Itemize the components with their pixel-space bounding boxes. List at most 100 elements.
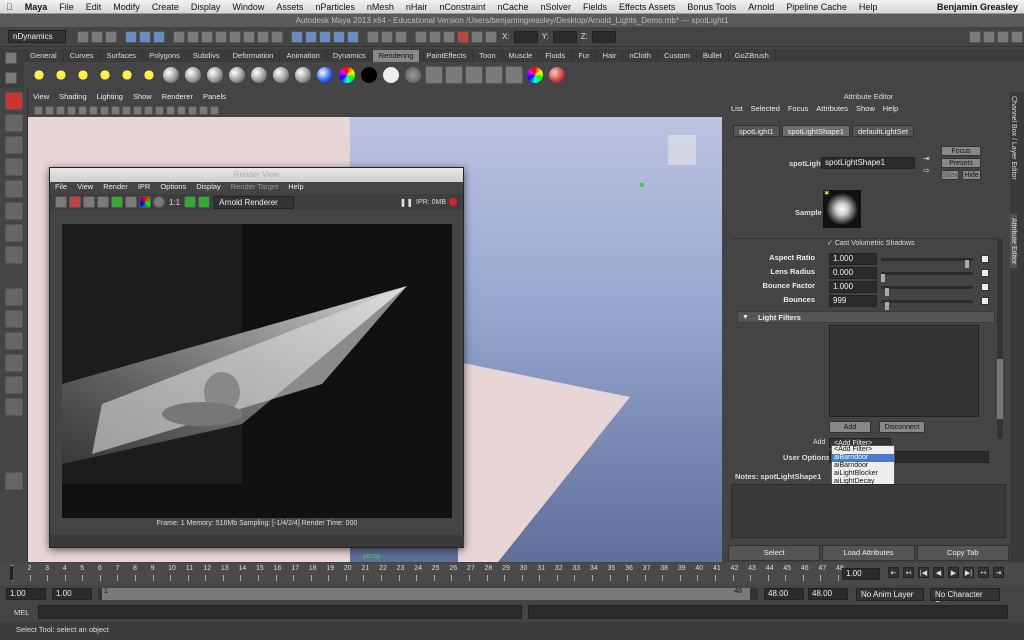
layout-hypershade-icon[interactable]	[5, 398, 23, 416]
step-back-key-icon[interactable]: |◀	[918, 567, 929, 578]
notes-area[interactable]: Notes: spotLightShape1	[727, 472, 1010, 542]
grid-icon[interactable]	[89, 105, 98, 115]
go-to-end-icon[interactable]: ⇥	[993, 567, 1004, 578]
shelf-tab-dynamics[interactable]: Dynamics	[327, 49, 373, 62]
viewport-menu-show[interactable]: Show	[128, 92, 157, 103]
ae-menu-focus[interactable]: Focus	[784, 104, 812, 113]
material-sphere-icon[interactable]	[229, 67, 245, 83]
shelf-tab-painteffects[interactable]: PaintEffects	[420, 49, 474, 62]
attribute-slider[interactable]	[881, 286, 973, 296]
render-view-menu-render[interactable]: Render	[98, 182, 133, 194]
viewport-menu-renderer[interactable]: Renderer	[157, 92, 198, 103]
mask-icon[interactable]	[215, 30, 227, 43]
ae-menu-show[interactable]: Show	[852, 104, 879, 113]
render-frame-icon[interactable]	[415, 30, 427, 43]
light-filters-list[interactable]	[829, 325, 979, 417]
ae-tab-spotlightshape1[interactable]: spotLightShape1	[781, 125, 850, 137]
camera-icon[interactable]	[56, 105, 65, 115]
render-view-menu-options[interactable]: Options	[155, 182, 191, 194]
x-field[interactable]	[513, 30, 538, 43]
disconnect-button[interactable]: Disconnect	[879, 421, 925, 433]
shaded-icon[interactable]	[122, 105, 131, 115]
shelf-tab-hair[interactable]: Hair	[597, 49, 624, 62]
map-button-icon[interactable]	[981, 283, 989, 291]
focus-button[interactable]: Focus	[941, 146, 981, 156]
ae-menu-list[interactable]: List	[727, 104, 747, 113]
select-button[interactable]: Select	[728, 545, 821, 561]
step-forward-icon[interactable]: ↦	[978, 567, 989, 578]
mel-input[interactable]	[38, 605, 522, 619]
stop-render-icon[interactable]	[449, 198, 457, 206]
toggle-panel-icon[interactable]	[969, 30, 981, 43]
attribute-value-field[interactable]: 1.000	[829, 253, 877, 265]
mac-menu-nparticles[interactable]: nParticles	[309, 2, 361, 12]
snap-curve-icon[interactable]	[305, 30, 317, 43]
render-view-title[interactable]: Render View	[50, 168, 463, 182]
shelf-tab-deformation[interactable]: Deformation	[227, 49, 281, 62]
history-icon[interactable]	[381, 30, 393, 43]
render-icon[interactable]	[485, 66, 503, 84]
scrollbar[interactable]	[997, 239, 1003, 439]
shelf-tab-ncloth[interactable]: nCloth	[623, 49, 659, 62]
shelf-tab-general[interactable]: General	[24, 49, 64, 62]
render-view-menu-display[interactable]: Display	[191, 182, 226, 194]
snap-grid-icon[interactable]	[291, 30, 303, 43]
color-icon[interactable]	[527, 67, 543, 83]
light-filters-section[interactable]: ▼ Light Filters	[737, 311, 995, 323]
paint-icon[interactable]	[549, 67, 565, 83]
mac-menu-display[interactable]: Display	[185, 2, 227, 12]
material-sphere-icon[interactable]	[251, 67, 267, 83]
snap-plane-icon[interactable]	[333, 30, 345, 43]
select-hierarchy-icon[interactable]	[125, 30, 137, 43]
view-cube-icon[interactable]	[668, 135, 696, 165]
mac-menu-nsolver[interactable]: nSolver	[534, 2, 577, 12]
presets-button[interactable]: Presets	[941, 158, 981, 168]
notes-field[interactable]	[731, 484, 1006, 538]
toggle-panel-icon[interactable]	[1011, 30, 1023, 43]
shelf-editor-icon[interactable]	[5, 72, 17, 84]
range-bar[interactable]: 1 48	[98, 588, 758, 600]
snap-point-icon[interactable]	[319, 30, 331, 43]
shelf-tab-animation[interactable]: Animation	[280, 49, 327, 62]
mac-menu-fields[interactable]: Fields	[577, 2, 613, 12]
slider-knob[interactable]	[885, 302, 890, 310]
camera-icon[interactable]	[34, 105, 43, 115]
attribute-scroll-area[interactable]: ✓ Cast Volumetric Shadows Aspect Ratio 1.…	[731, 238, 1003, 511]
playback-end-field[interactable]: 48.00	[764, 588, 804, 600]
mac-menu-assets[interactable]: Assets	[270, 2, 309, 12]
render-view-menu-view[interactable]: View	[72, 182, 98, 194]
xray-icon[interactable]	[188, 105, 197, 115]
render-icon[interactable]	[505, 66, 523, 84]
mac-menu-benjamin-greasley[interactable]: Benjamin Greasley	[931, 2, 1024, 12]
select-component-icon[interactable]	[153, 30, 165, 43]
start-time-field[interactable]: 1.00	[6, 588, 46, 600]
last-tool-icon[interactable]	[5, 246, 23, 264]
viewport-menu-lighting[interactable]: Lighting	[92, 92, 128, 103]
toggle-panel-icon[interactable]	[997, 30, 1009, 43]
hide-button[interactable]: Hide	[962, 170, 981, 180]
shelf-tab-surfaces[interactable]: Surfaces	[100, 49, 144, 62]
paint-select-icon[interactable]	[5, 136, 23, 154]
shelf-tab-subdivs[interactable]: Subdivs	[187, 49, 227, 62]
material-sphere-icon[interactable]	[163, 67, 179, 83]
lights-icon[interactable]	[166, 105, 175, 115]
map-button-icon[interactable]	[981, 255, 989, 263]
render-view-scrollbar[interactable]	[50, 535, 464, 547]
show-button[interactable]: Show	[941, 170, 960, 180]
gray-shader-icon[interactable]	[405, 67, 421, 83]
mac-menu-edit[interactable]: Edit	[80, 2, 108, 12]
character-set-select[interactable]: No Character Set	[930, 587, 1000, 609]
hypershade-icon[interactable]	[471, 30, 483, 43]
mask-icon[interactable]	[173, 30, 185, 43]
layout-side-icon[interactable]	[5, 332, 23, 350]
script-editor-icon[interactable]	[5, 472, 23, 490]
mac-menu-bonus-tools[interactable]: Bonus Tools	[681, 2, 742, 12]
xray-icon[interactable]	[199, 105, 208, 115]
attribute-slider[interactable]	[881, 300, 973, 310]
scale-tool-icon[interactable]	[5, 202, 23, 220]
step-back-icon[interactable]: ↤	[903, 567, 914, 578]
mac-menu-pipeline-cache[interactable]: Pipeline Cache	[780, 2, 853, 12]
play-backward-icon[interactable]: ◀	[933, 567, 944, 578]
step-forward-key-icon[interactable]: ▶|	[963, 567, 974, 578]
isolate-icon[interactable]	[177, 105, 186, 115]
